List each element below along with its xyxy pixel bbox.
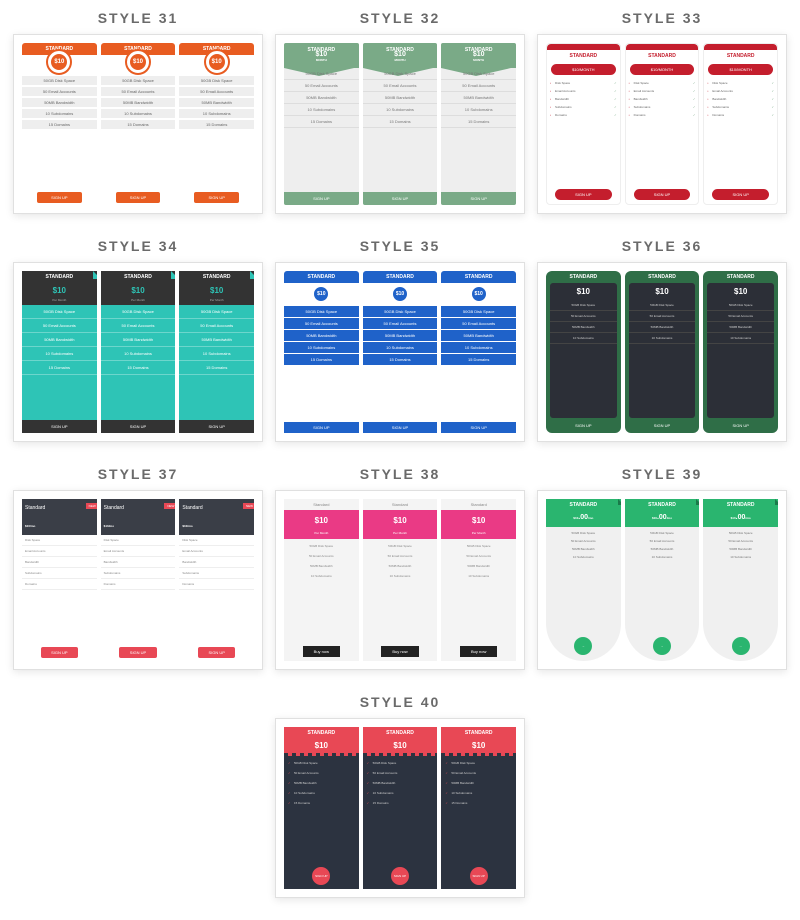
new-badge: NEW [86,503,97,509]
style-39: STYLE 39 STANDARD$10.00/mo50GB Disk Spac… [537,466,787,670]
pricing-card[interactable]: STANDARD$1050GB Disk Space50 Email Accou… [275,718,525,898]
style-37: STYLE 37 StandardNEW$10/moDisk SpaceEmai… [13,466,263,670]
signup-button[interactable]: SIGN UP [284,422,359,433]
signup-button[interactable]: SIGN UP [555,189,612,200]
pricing-card[interactable]: STANDARD$1050GB Disk Space50 Email Accou… [275,262,525,442]
style-38: STYLE 38 Standard$10Per Month50GB Disk S… [275,466,525,670]
plan-name: STANDARD [546,499,621,511]
style-34: STYLE 34 STANDARD$10Per Month50GB Disk S… [13,238,263,442]
style-31: STYLE 31 STANDARD$1050GB Disk Space50 Em… [13,10,263,214]
plan-name: STANDARD [284,271,359,283]
pricing-card[interactable]: STANDARD$1050GB Disk Space50 Email Accou… [537,262,787,442]
style-grid: STYLE 31 STANDARD$1050GB Disk Space50 Em… [10,10,790,910]
signup-button[interactable]: SIGN UP [548,420,619,431]
plan-name: STANDARD [547,44,620,62]
plan-name: STANDARD [546,271,621,283]
price-badge: $10 [48,51,70,73]
plan-name: StandardNEW [22,499,97,517]
buynow-button[interactable]: Buy now [303,646,340,657]
style-35: STYLE 35 STANDARD$1050GB Disk Space50 Em… [275,238,525,442]
signup-button[interactable]: SIGN UP [22,420,97,433]
signup-button[interactable]: SIGN UP [41,647,78,658]
style-40: STYLE 40 STANDARD$1050GB Disk Space50 Em… [275,694,525,898]
pricing-card[interactable]: STANDARD$10Per Month50GB Disk Space50 Em… [13,262,263,442]
style-32: STYLE 32 STANDARD$10MONTH50GB Disk Space… [275,10,525,214]
plan-name: STANDARD [22,271,97,283]
style-title: STYLE 31 [13,10,263,26]
pricing-card[interactable]: StandardNEW$10/moDisk SpaceEmail Account… [13,490,263,670]
pricing-card[interactable]: STANDARD$10MONTH50GB Disk Space50 Email … [275,34,525,214]
plan-name: Standard [284,499,359,510]
price-badge: $10 [312,285,330,303]
signup-button[interactable]: SIGN UP [312,867,330,885]
signup-button[interactable]: SIGN UP [284,192,359,205]
signup-button[interactable]: SIGN UP [37,192,82,203]
style-33: STYLE 33 STANDARD$10/MONTHDisk SpaceEmai… [537,10,787,214]
signup-button[interactable]: → [574,637,592,655]
pricing-card[interactable]: STANDARD$10/MONTHDisk SpaceEmail Account… [537,34,787,214]
pricing-card[interactable]: STANDARD$1050GB Disk Space50 Email Accou… [13,34,263,214]
pricing-card[interactable]: Standard$10Per Month50GB Disk Space50 Em… [275,490,525,670]
style-36: STYLE 36 STANDARD$1050GB Disk Space50 Em… [537,238,787,442]
features: 50GB Disk Space50 Email Accounts50MB Ban… [22,75,97,190]
price-badge: $10/MONTH [551,64,616,75]
pricing-card[interactable]: STANDARD$10.00/mo50GB Disk Space50 Email… [537,490,787,670]
plan-name: STANDARD [284,727,359,739]
